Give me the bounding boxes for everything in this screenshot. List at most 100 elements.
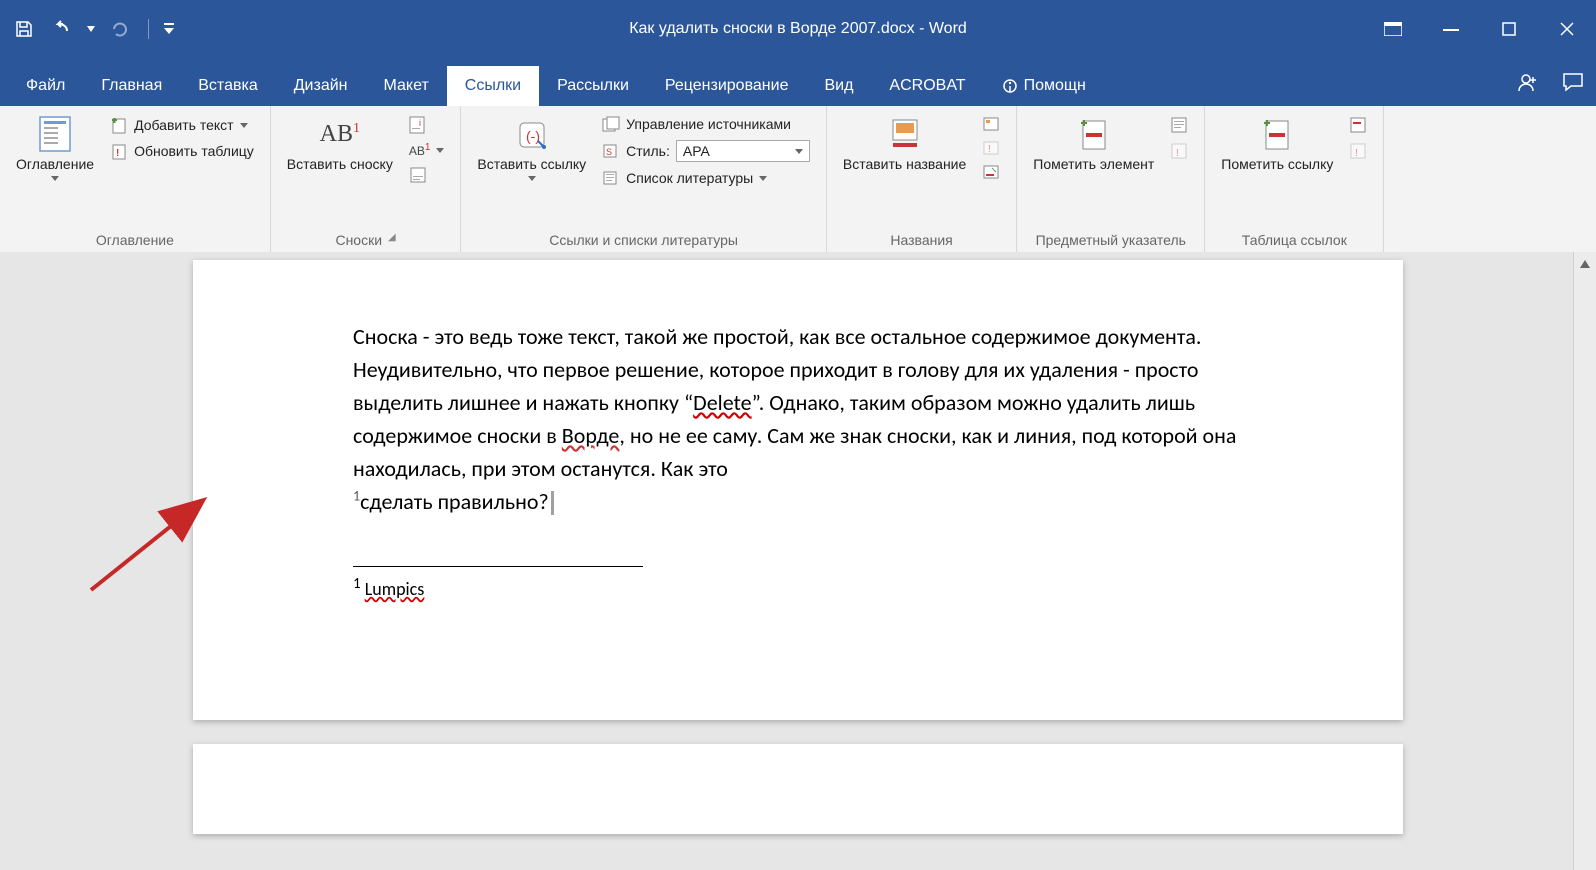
tab-acrobat[interactable]: ACROBAT bbox=[871, 66, 983, 106]
add-text-label: Добавить текст bbox=[134, 117, 234, 133]
insert-citation-label: Вставить ссылку bbox=[477, 156, 586, 174]
style-icon: S bbox=[602, 143, 620, 159]
update-index-button[interactable]: ! bbox=[1166, 140, 1192, 162]
tab-design[interactable]: Дизайн bbox=[276, 66, 366, 106]
insert-citation-button[interactable]: (-) Вставить ссылку bbox=[469, 110, 594, 185]
tab-view[interactable]: Вид bbox=[806, 66, 871, 106]
ribbon-tabs: Файл Главная Вставка Дизайн Макет Ссылки… bbox=[0, 58, 1596, 106]
comments-button[interactable] bbox=[1562, 72, 1584, 92]
update-toa-button[interactable]: ! bbox=[1345, 140, 1371, 162]
insert-toa-button[interactable] bbox=[1345, 114, 1371, 136]
tab-insert[interactable]: Вставка bbox=[180, 66, 275, 106]
group-citations-label: Ссылки и списки литературы bbox=[469, 230, 817, 252]
document-area[interactable]: Сноска - это ведь тоже текст, такой же п… bbox=[0, 252, 1596, 870]
insert-footnote-button[interactable]: AB1 Вставить сноску bbox=[279, 110, 401, 178]
toc-button[interactable]: Оглавление bbox=[8, 110, 102, 185]
svg-text:i: i bbox=[419, 118, 421, 128]
group-footnotes: AB1 Вставить сноску i AB1 Сноски ◢ bbox=[271, 106, 462, 252]
group-captions: Вставить название ! Названия bbox=[827, 106, 1017, 252]
caption-icon bbox=[890, 114, 920, 154]
annotation-arrow bbox=[83, 490, 213, 600]
toc-icon bbox=[38, 114, 72, 154]
mark-citation-button[interactable]: Пометить ссылку bbox=[1213, 110, 1341, 178]
insert-index-button[interactable] bbox=[1166, 114, 1192, 136]
vertical-scrollbar[interactable] bbox=[1573, 252, 1596, 870]
cross-reference-button[interactable] bbox=[978, 162, 1004, 182]
window-title: Как удалить сноски в Ворде 2007.docx - W… bbox=[0, 20, 1596, 38]
next-footnote-button[interactable]: AB1 bbox=[405, 140, 449, 160]
group-citations: (-) Вставить ссылку Управление источника… bbox=[461, 106, 826, 252]
tab-file[interactable]: Файл bbox=[8, 66, 83, 106]
redo-button[interactable] bbox=[104, 13, 136, 45]
svg-text:!: ! bbox=[116, 148, 119, 159]
maximize-button[interactable] bbox=[1480, 0, 1538, 58]
manage-sources-icon bbox=[602, 116, 620, 132]
group-index: Пометить элемент ! Предметный указатель bbox=[1017, 106, 1205, 252]
bibliography-icon bbox=[602, 170, 620, 186]
footnote-text[interactable]: 1 Lumpics bbox=[353, 575, 1253, 600]
document-page-next[interactable] bbox=[193, 744, 1403, 834]
mark-citation-icon bbox=[1260, 114, 1294, 154]
update-icon: ! bbox=[110, 142, 128, 160]
close-button[interactable] bbox=[1538, 0, 1596, 58]
footnote-separator bbox=[353, 566, 643, 567]
group-captions-label: Названия bbox=[835, 230, 1008, 252]
tellme-label: Помощн bbox=[1024, 77, 1086, 95]
text-cursor bbox=[551, 491, 554, 515]
group-toc: Оглавление Добавить текст ! Обновить таб… bbox=[0, 106, 271, 252]
undo-button[interactable] bbox=[46, 13, 78, 45]
ribbon-display-options[interactable] bbox=[1364, 0, 1422, 58]
footnote-icon: AB1 bbox=[320, 114, 360, 154]
tab-layout[interactable]: Макет bbox=[366, 66, 447, 106]
citation-icon: (-) bbox=[516, 114, 548, 154]
insert-footnote-label: Вставить сноску bbox=[287, 156, 393, 174]
share-button[interactable] bbox=[1516, 71, 1538, 93]
show-notes-button[interactable] bbox=[405, 164, 449, 186]
mark-citation-label: Пометить ссылку bbox=[1221, 156, 1333, 174]
undo-dropdown[interactable] bbox=[84, 13, 98, 45]
update-tof-button[interactable]: ! bbox=[978, 138, 1004, 158]
tab-mailings[interactable]: Рассылки bbox=[539, 66, 647, 106]
save-button[interactable] bbox=[8, 13, 40, 45]
group-index-label: Предметный указатель bbox=[1025, 230, 1196, 252]
ribbon: Оглавление Добавить текст ! Обновить таб… bbox=[0, 106, 1596, 253]
titlebar: Как удалить сноски в Ворде 2007.docx - W… bbox=[0, 0, 1596, 58]
add-text-button[interactable]: Добавить текст bbox=[106, 114, 258, 136]
group-toa: Пометить ссылку ! Таблица ссылок bbox=[1205, 106, 1384, 252]
style-value: APA bbox=[683, 143, 710, 159]
update-label: Обновить таблицу bbox=[134, 143, 254, 159]
footnotes-dialog-launcher[interactable]: ◢ bbox=[388, 232, 396, 248]
quick-access-toolbar bbox=[8, 13, 177, 45]
svg-text:!: ! bbox=[1176, 148, 1179, 159]
insert-endnote-button[interactable]: i bbox=[405, 114, 449, 136]
mark-index-label: Пометить элемент bbox=[1033, 156, 1154, 174]
svg-text:S: S bbox=[606, 147, 612, 157]
manage-sources-button[interactable]: Управление источниками bbox=[598, 114, 814, 134]
minimize-button[interactable] bbox=[1422, 0, 1480, 58]
citation-style-button[interactable]: S Стиль: APA bbox=[598, 138, 814, 164]
tab-home[interactable]: Главная bbox=[83, 66, 180, 106]
scroll-up-button[interactable] bbox=[1577, 256, 1593, 272]
document-body-text[interactable]: Сноска - это ведь тоже текст, такой же п… bbox=[353, 320, 1253, 518]
style-selector[interactable]: APA bbox=[676, 140, 810, 162]
document-page[interactable]: Сноска - это ведь тоже текст, такой же п… bbox=[193, 260, 1403, 720]
svg-text:!: ! bbox=[988, 144, 991, 155]
window-controls bbox=[1364, 0, 1596, 58]
manage-sources-label: Управление источниками bbox=[626, 116, 791, 132]
group-footnotes-label: Сноски bbox=[335, 232, 382, 248]
tab-tellme[interactable]: Помощн bbox=[984, 66, 1104, 106]
insert-caption-button[interactable]: Вставить название bbox=[835, 110, 974, 178]
qat-customize[interactable] bbox=[161, 13, 177, 45]
group-toc-label: Оглавление bbox=[8, 230, 262, 252]
toc-label: Оглавление bbox=[16, 156, 94, 174]
insert-caption-label: Вставить название bbox=[843, 156, 966, 174]
insert-tof-button[interactable] bbox=[978, 114, 1004, 134]
style-label: Стиль: bbox=[626, 143, 670, 159]
bibliography-button[interactable]: Список литературы bbox=[598, 168, 814, 188]
tab-references[interactable]: Ссылки bbox=[447, 66, 539, 106]
svg-text:!: ! bbox=[1355, 148, 1358, 159]
add-text-icon bbox=[110, 116, 128, 134]
tab-review[interactable]: Рецензирование bbox=[647, 66, 807, 106]
mark-index-entry-button[interactable]: Пометить элемент bbox=[1025, 110, 1162, 178]
update-toc-button[interactable]: ! Обновить таблицу bbox=[106, 140, 258, 162]
